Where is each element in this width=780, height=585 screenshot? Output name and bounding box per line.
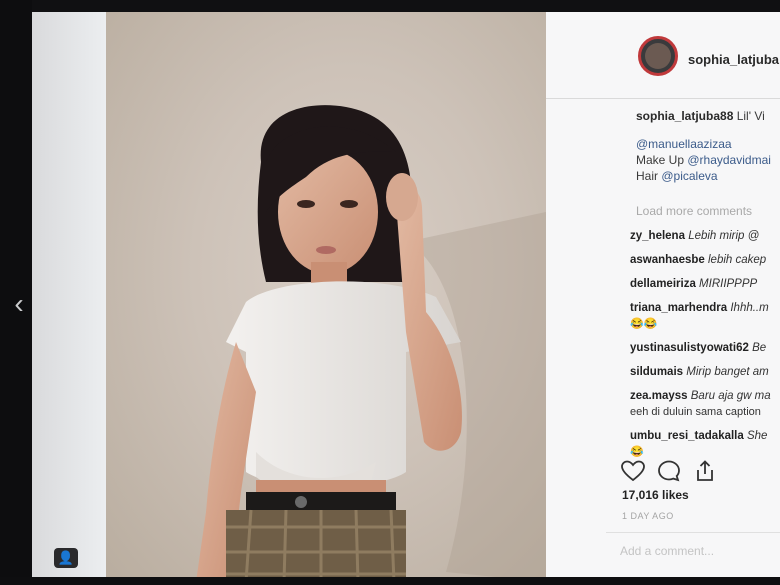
- comment-emoji: 😂😂: [630, 318, 658, 330]
- avatar-image: [645, 43, 671, 69]
- mention-link[interactable]: @picaleva: [661, 169, 717, 183]
- caption: sophia_latjuba88 Lil' Vi @manuellaazizaa…: [636, 108, 780, 184]
- comment-text: Mirip banget am: [686, 366, 769, 378]
- post-actions: [620, 458, 740, 484]
- post-photo[interactable]: [106, 12, 546, 582]
- profile-icon[interactable]: 👤: [54, 548, 78, 568]
- post-header: sophia_latjuba: [546, 12, 780, 99]
- post-side-panel: sophia_latjuba sophia_latjuba88 Lil' Vi …: [546, 12, 780, 582]
- comment-username[interactable]: zea.mayss: [630, 390, 688, 402]
- comment-username[interactable]: yustinasulistyowati62: [630, 342, 749, 354]
- monitor-bezel-top: [0, 0, 780, 12]
- comment-text: lebih cakep: [708, 254, 767, 266]
- post-timestamp: 1 DAY AGO: [622, 511, 674, 521]
- chevron-left-icon[interactable]: ‹: [8, 288, 30, 320]
- comment-username[interactable]: dellameiriza: [630, 278, 696, 290]
- comment-username[interactable]: zy_helena: [630, 230, 685, 242]
- comment-text-continued: eeh di duluin sama caption: [630, 406, 761, 418]
- photo-illustration: [196, 105, 546, 582]
- comment-text: MIRIIPPPP: [699, 278, 758, 290]
- caption-username[interactable]: sophia_latjuba88: [636, 109, 733, 123]
- mention-link[interactable]: @manuellaazizaa: [636, 137, 732, 151]
- comment-username[interactable]: sildumais: [630, 366, 683, 378]
- load-more-comments-link[interactable]: Load more comments: [636, 204, 752, 218]
- comment-text: Lebih mirip @: [688, 230, 760, 242]
- caption-credit: @manuellaazizaa: [636, 136, 780, 152]
- comment: yustinasulistyowati62 Be: [630, 340, 780, 356]
- left-margin: [32, 10, 106, 580]
- avatar[interactable]: [638, 36, 678, 76]
- comment-icon[interactable]: [656, 458, 682, 484]
- comment-username[interactable]: triana_marhendra: [630, 302, 727, 314]
- mention-link[interactable]: @rhaydavidmai: [687, 153, 771, 167]
- monitor-bezel-bottom: [0, 577, 780, 585]
- heart-icon[interactable]: [620, 458, 646, 484]
- comment-text: Be: [752, 342, 767, 354]
- comment-text: She: [746, 430, 768, 442]
- likes-count[interactable]: 17,016 likes: [622, 488, 689, 502]
- comment: aswanhaesbe lebih cakep: [630, 252, 780, 268]
- divider: [606, 532, 780, 533]
- comment-text: Ihhh..m: [730, 302, 769, 314]
- comment: zy_helena Lebih mirip @: [630, 228, 780, 244]
- caption-first-line: sophia_latjuba88 Lil' Vi: [636, 108, 780, 124]
- share-icon[interactable]: [692, 458, 718, 484]
- caption-credit: Hair @picaleva: [636, 169, 718, 183]
- caption-credit: Make Up @rhaydavidmai: [636, 153, 771, 167]
- comment-list: zy_helena Lebih mirip @ aswanhaesbe lebi…: [630, 228, 780, 468]
- add-comment-input[interactable]: [620, 544, 770, 558]
- comment: triana_marhendra Ihhh..m 😂😂: [630, 300, 780, 332]
- comment: zea.mayss Baru aja gw ma eeh di duluin s…: [630, 388, 780, 420]
- comment-username[interactable]: umbu_resi_tadakalla: [630, 430, 744, 442]
- comment: umbu_resi_tadakalla She 😂: [630, 428, 780, 460]
- comment: sildumais Mirip banget am: [630, 364, 780, 380]
- caption-text: Lil' Vi: [736, 109, 765, 123]
- comment-username[interactable]: aswanhaesbe: [630, 254, 705, 266]
- header-username[interactable]: sophia_latjuba: [688, 52, 779, 67]
- comment-text: Baru aja gw ma: [690, 390, 771, 402]
- comment: dellameiriza MIRIIPPPP: [630, 276, 780, 292]
